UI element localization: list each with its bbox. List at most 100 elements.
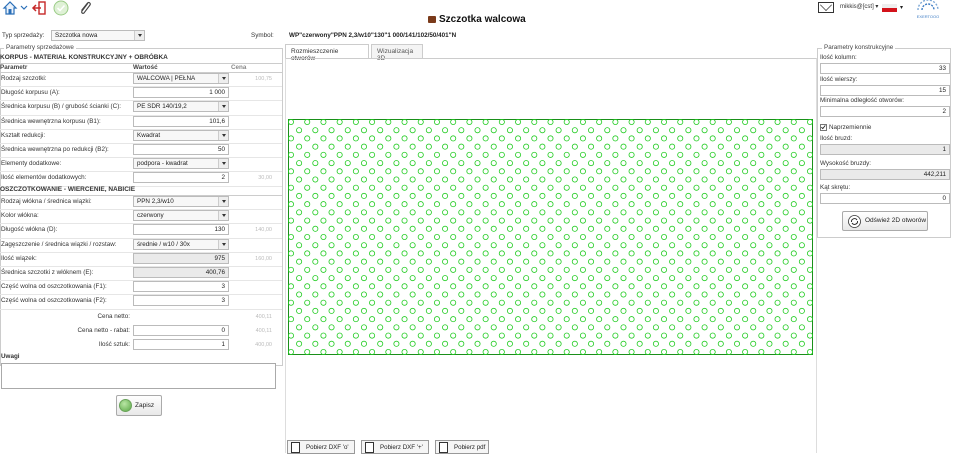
param-price: 140,00 — [255, 227, 272, 234]
chevron-down-icon — [218, 197, 228, 206]
user-select[interactable]: mikkis@[cst] ▾ — [840, 3, 878, 10]
svg-text:EXERTOOO: EXERTOOO — [917, 14, 940, 19]
language-flag-icon[interactable] — [882, 4, 897, 12]
construction-label: Ilość wierszy: — [820, 75, 858, 83]
param-label: Średnica korpusu (B) / grubość ścianki (… — [1, 103, 122, 111]
param-select-value: podpora - kwadrat — [137, 160, 188, 168]
company-logo: EXERTOOO — [917, 0, 940, 19]
param-select[interactable]: PE SDR 140/19,2 — [133, 101, 229, 113]
param-select-value: średnie / w10 / 30x — [137, 240, 190, 248]
logout-icon[interactable] — [31, 0, 47, 16]
total-input[interactable]: 1 — [133, 339, 229, 351]
param-select[interactable]: czerwony — [133, 210, 229, 222]
param-input: 400,76 — [133, 267, 229, 278]
param-select[interactable]: WALCOWA | PEŁNA — [133, 73, 229, 84]
construction-input[interactable]: 33 — [820, 63, 950, 74]
chevron-down-icon — [218, 239, 228, 249]
save-button-label: Zapisz — [135, 402, 155, 410]
construction-label: Ilość kolumn: — [820, 54, 857, 61]
param-input[interactable]: 1 000 — [133, 87, 229, 99]
mail-icon[interactable] — [818, 2, 834, 13]
construction-input[interactable]: 15 — [820, 84, 950, 96]
alternate-checkbox[interactable] — [820, 124, 827, 131]
param-input[interactable]: 130 — [133, 224, 229, 236]
param-input[interactable]: 101,6 — [133, 115, 229, 127]
language-arrow-icon[interactable]: ▾ — [900, 4, 903, 11]
param-select-value: PE SDR 140/19,2 — [137, 103, 187, 111]
brush-icon — [428, 15, 436, 23]
param-input: 975 — [133, 252, 229, 264]
param-label: Średnica wewnętrzna po redukcji (B2): — [1, 146, 109, 153]
holes-grid-frame — [288, 119, 813, 355]
construction-input: 442,211 — [820, 168, 950, 180]
param-select-value: WALCOWA | PEŁNA — [137, 75, 196, 82]
param-label: Rodzaj włókna / średnica wiązki: — [1, 198, 92, 205]
tab-hole-layout[interactable]: Rozmieszczenie otworów — [285, 44, 369, 62]
param-label: Część wolna od oszczotkowania (F1): — [1, 283, 107, 291]
attachment-icon[interactable] — [77, 0, 93, 16]
chevron-down-icon — [218, 211, 228, 221]
param-label: Zagęszczenie / średnica wiązki / rozstaw… — [1, 240, 117, 248]
param-label: Ilość wiązek: — [1, 254, 37, 262]
param-input[interactable]: 3 — [133, 281, 229, 293]
param-select[interactable]: PPN 2,3/w10 — [133, 196, 229, 207]
chevron-down-icon — [134, 31, 144, 40]
construction-label: Wysokość bruzdy: — [820, 159, 872, 167]
col-value-header: Wartość — [133, 64, 158, 71]
refresh-2d-button[interactable]: Odśwież 2D otworów — [842, 211, 928, 231]
param-input[interactable]: 3 — [133, 295, 229, 307]
download-dxf-plus-button[interactable]: Pobierz DXF '+' — [361, 440, 429, 454]
section-body-heading: KORPUS - MATERIAŁ KONSTRUKCYJNY + OBRÓBK… — [0, 54, 168, 61]
chevron-down-icon — [218, 74, 228, 83]
sale-type-label: Typ sprzedaży: — [2, 32, 45, 39]
param-select[interactable]: Kwadrat — [133, 129, 229, 141]
menu-arrow-icon[interactable] — [20, 0, 28, 16]
param-select-value: czerwony — [137, 212, 164, 220]
ok-icon[interactable] — [53, 0, 69, 16]
param-select[interactable]: średnie / w10 / 30x — [133, 238, 229, 250]
param-label: Kształt redukcji: — [1, 131, 46, 139]
construction-legend: Parametry konstrukcyjne — [822, 44, 896, 51]
download-label: Pobierz DXF '+' — [380, 444, 423, 451]
notes-textarea[interactable] — [1, 363, 276, 389]
dxf-file-icon — [365, 442, 374, 453]
param-label: Długość korpusu (A): — [1, 89, 60, 97]
param-select-value: Kwadrat — [137, 131, 161, 139]
dxf-file-icon — [291, 442, 300, 453]
construction-input: 1 — [820, 144, 950, 155]
refresh-icon — [848, 215, 861, 228]
total-input[interactable]: 0 — [133, 325, 229, 337]
save-button[interactable]: Zapisz — [116, 395, 162, 416]
param-label: Ilość elementów dodatkowych: — [1, 174, 87, 182]
total-label: Ilość sztuk: — [98, 341, 130, 349]
col-price-header: Cena — [231, 64, 247, 71]
param-label: Długość włókna (D): — [1, 226, 58, 234]
param-input[interactable]: 2 — [133, 172, 229, 184]
checkmark-icon — [821, 125, 826, 130]
notes-label: Uwagi — [1, 353, 20, 360]
home-icon[interactable] — [2, 0, 18, 16]
param-label: Rodzaj szczotki: — [1, 75, 47, 82]
holes-grid — [288, 119, 813, 355]
total-price: 400,11 — [255, 328, 272, 335]
symbol-label: Symbol: — [251, 32, 274, 39]
param-label: Część wolna od oszczotkowania (F2): — [1, 297, 107, 305]
param-select-value: PPN 2,3/w10 — [137, 198, 174, 205]
download-pdf-button[interactable]: Pobierz pdf — [435, 440, 489, 454]
download-dxf-o-button[interactable]: Pobierz DXF 'o' — [287, 440, 355, 454]
construction-input[interactable]: 0 — [820, 193, 950, 204]
construction-label: Kąt skrętu: — [820, 184, 851, 191]
param-label: Elementy dodatkowe: — [1, 160, 62, 168]
user-name: mikkis@[cst] — [840, 4, 874, 10]
tab-visualization-3d[interactable]: Wizualizacja 3D — [371, 44, 423, 62]
param-input[interactable]: 50 — [133, 144, 229, 155]
construction-label: Ilość bruzd: — [820, 135, 853, 142]
param-select[interactable]: podpora - kwadrat — [133, 158, 229, 170]
total-price: 400,00 — [255, 342, 272, 349]
refresh-button-label: Odśwież 2D otworów — [865, 217, 927, 224]
sale-type-select[interactable]: Szczotka nowa — [51, 30, 145, 41]
construction-input[interactable]: 2 — [820, 106, 950, 117]
param-label: Średnica szczotki z włóknem (E): — [1, 269, 94, 276]
param-label: Kolor włókna: — [1, 212, 39, 220]
page-title: Szczotka walcowa — [428, 14, 526, 25]
